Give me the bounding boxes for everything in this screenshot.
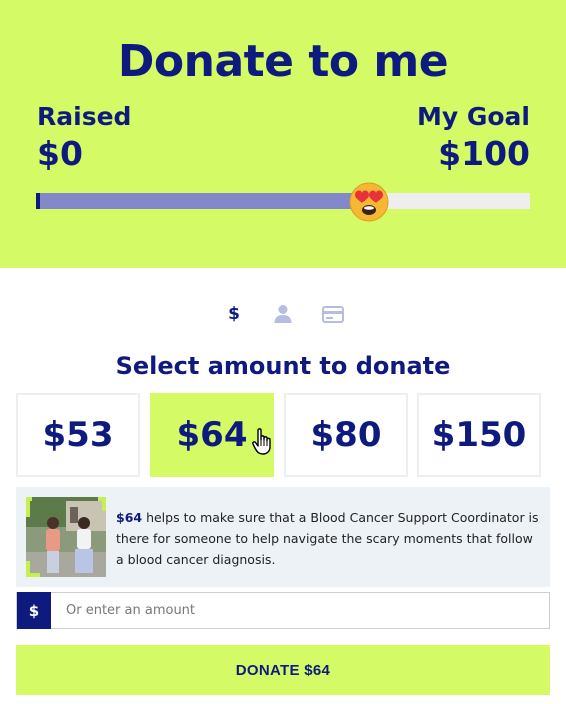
step-details[interactable] (269, 300, 297, 328)
impact-amount: $64 (116, 510, 143, 525)
credit-card-icon (322, 305, 344, 323)
progress-bar (36, 193, 530, 209)
custom-amount-field: $ (16, 592, 550, 629)
support-coordinator-photo (26, 497, 106, 577)
user-icon (274, 305, 292, 323)
raised-value: $0 (37, 134, 83, 173)
progress-fill (36, 193, 352, 209)
donate-button[interactable]: DONATE $64 (16, 645, 550, 695)
step-amount[interactable]: $ (220, 300, 248, 328)
step-payment[interactable] (319, 300, 347, 328)
impact-info-box: $64 helps to make sure that a Blood Canc… (16, 487, 550, 587)
impact-text: helps to make sure that a Blood Cancer S… (116, 510, 539, 567)
page-title: Donate to me (117, 36, 449, 87)
raised-label: Raised (37, 102, 132, 131)
goal-value: $100 (438, 134, 530, 173)
amount-options: $53 $64 $80 $150 (16, 393, 542, 477)
hand-cursor-icon (252, 428, 271, 455)
heart-eyes-emoji-icon (349, 182, 389, 222)
amount-option-150[interactable]: $150 (417, 393, 541, 477)
hero-banner: Donate to me Raised $0 My Goal $100 (0, 0, 566, 268)
impact-description: $64 helps to make sure that a Blood Canc… (116, 507, 540, 570)
dollar-icon: $ (228, 304, 240, 324)
amount-option-53[interactable]: $53 (16, 393, 140, 477)
select-amount-heading: Select amount to donate (115, 352, 451, 380)
donation-steps: $ (0, 300, 566, 330)
goal-label: My Goal (416, 102, 530, 131)
amount-option-80[interactable]: $80 (284, 393, 408, 477)
custom-amount-input[interactable] (51, 593, 549, 628)
currency-symbol: $ (17, 592, 51, 629)
